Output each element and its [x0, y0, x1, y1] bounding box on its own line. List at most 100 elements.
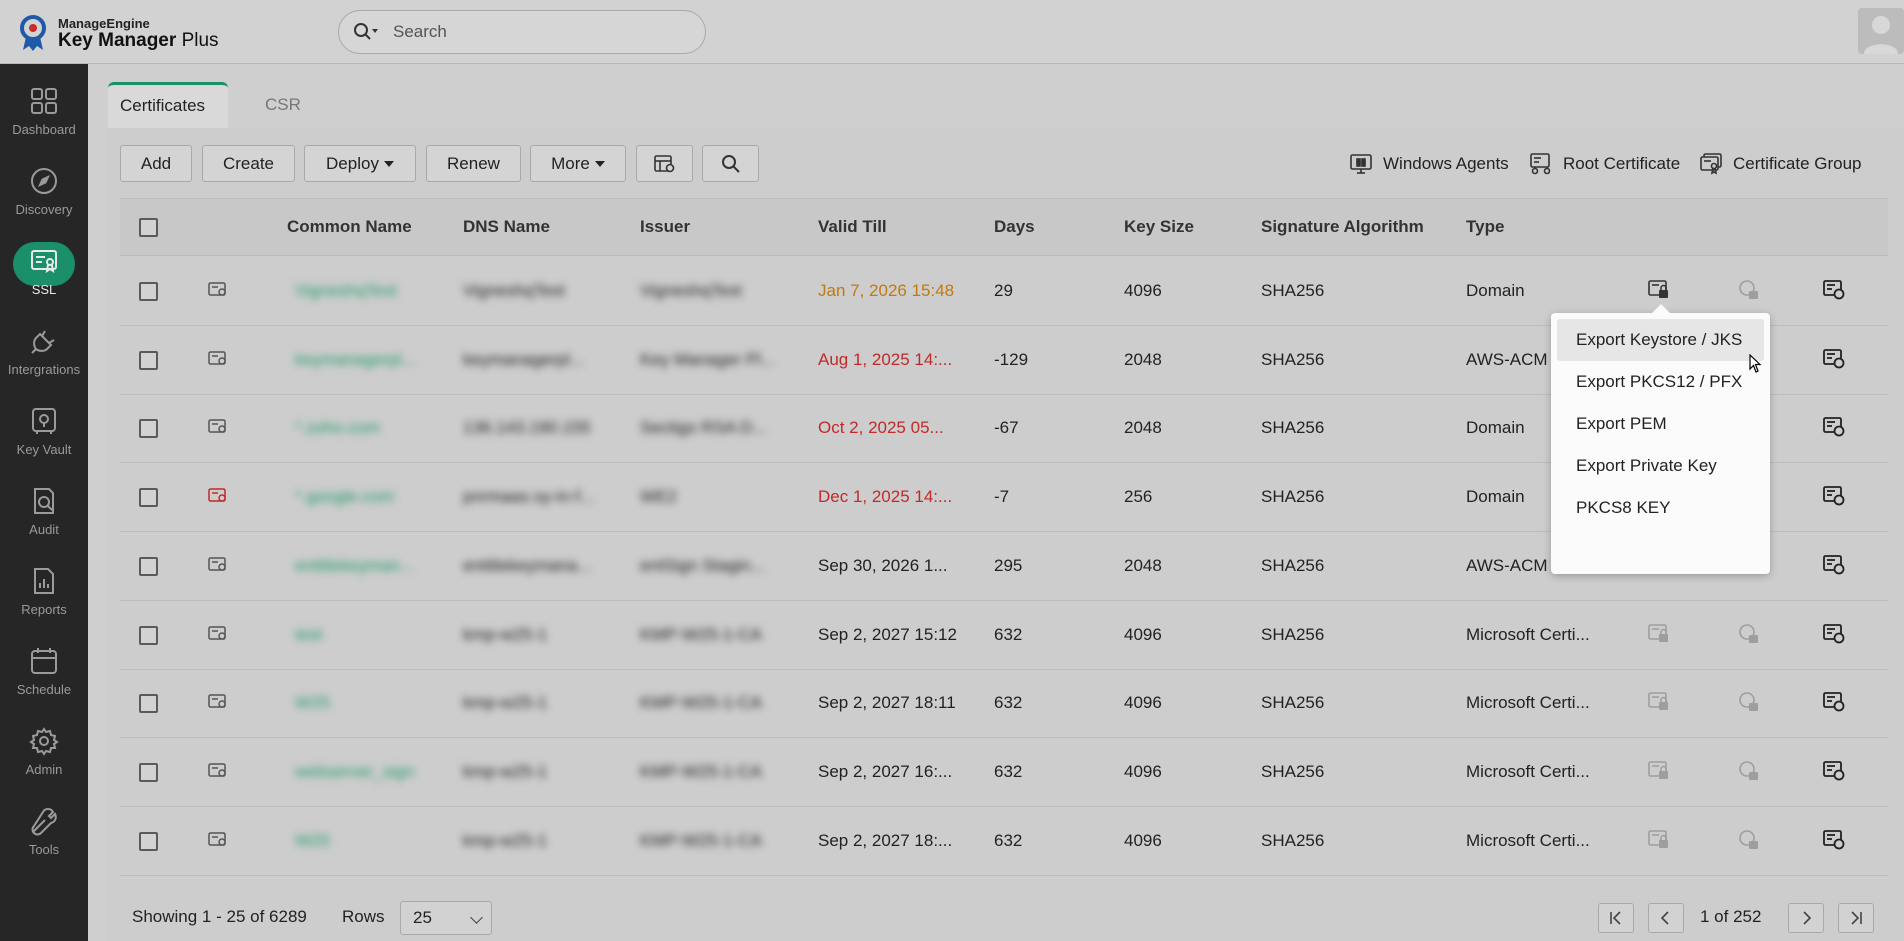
root-certificate-link[interactable]: Root Certificate [1529, 152, 1680, 176]
next-page-button[interactable] [1788, 903, 1824, 933]
column-header-common-name[interactable]: Common Name [287, 217, 412, 237]
common-name-cell[interactable]: test [295, 625, 322, 645]
common-name-cell[interactable]: *.google.com [295, 487, 394, 507]
renew-action[interactable] [1822, 691, 1846, 718]
export-action[interactable] [1647, 829, 1671, 856]
row-checkbox[interactable] [139, 557, 158, 576]
renew-action[interactable] [1822, 279, 1846, 306]
sidebar-item-integrations[interactable]: Intergrations [0, 312, 88, 392]
windows-agents-link[interactable]: Windows Agents [1349, 152, 1509, 176]
common-name-cell[interactable]: webserver_sign [295, 762, 414, 782]
export-pem-option[interactable]: Export PEM [1557, 403, 1764, 445]
previous-page-button[interactable] [1648, 903, 1684, 933]
export-dropdown-menu: Export Keystore / JKS Export PKCS12 / PF… [1551, 304, 1770, 574]
common-name-cell[interactable]: W25 [295, 693, 330, 713]
sidebar-item-key-vault[interactable]: Key Vault [0, 392, 88, 472]
certificate-group-link[interactable]: Certificate Group [1699, 152, 1862, 176]
tab-certificates[interactable]: Certificates [108, 82, 228, 128]
column-header-key-size[interactable]: Key Size [1124, 217, 1194, 237]
product-name: Key Manager [58, 29, 177, 51]
row-checkbox[interactable] [139, 694, 158, 713]
column-header-days[interactable]: Days [994, 217, 1035, 237]
export-keystore-jks-option[interactable]: Export Keystore / JKS [1557, 319, 1764, 361]
row-checkbox[interactable] [139, 282, 158, 301]
sidebar-item-schedule[interactable]: Schedule [0, 632, 88, 712]
column-header-dns-name[interactable]: DNS Name [463, 217, 550, 237]
pkcs8-key-option[interactable]: PKCS8 KEY [1557, 487, 1764, 529]
common-name-cell[interactable]: VigneshqTest [295, 281, 397, 301]
column-header-valid-till[interactable]: Valid Till [818, 217, 887, 237]
create-button[interactable]: Create [202, 145, 295, 182]
row-checkbox[interactable] [139, 488, 158, 507]
export-private-key-option[interactable]: Export Private Key [1557, 445, 1764, 487]
search-input[interactable] [393, 22, 673, 42]
sidebar-item-discovery[interactable]: Discovery [0, 152, 88, 232]
column-header-signature-algorithm[interactable]: Signature Algorithm [1261, 217, 1424, 237]
renew-action[interactable] [1822, 554, 1846, 581]
column-settings-button[interactable] [636, 145, 693, 182]
row-checkbox[interactable] [139, 832, 158, 851]
private-key-action[interactable] [1737, 279, 1761, 306]
private-key-action[interactable] [1737, 829, 1761, 856]
table-row[interactable]: test kmp-w25-1 KMP-W25-1-CA Sep 2, 2027 15:… [120, 601, 1888, 670]
sidebar-item-audit[interactable]: Audit [0, 472, 88, 552]
valid-till-cell: Dec 1, 2025 14:... [818, 487, 953, 506]
export-action[interactable] [1647, 279, 1671, 306]
type-cell: Microsoft Certi... [1466, 762, 1590, 781]
app-logo[interactable]: ManageEngine Key Manager Plus [18, 14, 219, 52]
first-page-icon [1610, 911, 1621, 925]
sidebar-item-admin[interactable]: Admin [0, 712, 88, 792]
table-row[interactable]: webserver_sign kmp-w25-1 KMP-W25-1-CA Sep 2… [120, 738, 1888, 807]
export-action[interactable] [1647, 691, 1671, 718]
export-action[interactable] [1647, 760, 1671, 787]
renew-certificate-icon [1823, 349, 1845, 369]
sidebar-item-dashboard[interactable]: Dashboard [0, 72, 88, 152]
common-name-cell[interactable]: entitlekeyman... [295, 556, 414, 576]
renew-button[interactable]: Renew [426, 145, 521, 182]
sidebar-item-reports[interactable]: Reports [0, 552, 88, 632]
row-checkbox[interactable] [139, 626, 158, 645]
private-key-action[interactable] [1737, 760, 1761, 787]
row-checkbox[interactable] [139, 763, 158, 782]
private-key-action[interactable] [1737, 691, 1761, 718]
rows-per-page-select[interactable]: 25 [400, 901, 492, 935]
days-cell: 29 [994, 281, 1013, 300]
brand-name: ManageEngine [58, 15, 150, 31]
key-size-cell: 4096 [1124, 762, 1162, 781]
caret-down-icon [594, 160, 605, 167]
common-name-cell[interactable]: W25 [295, 831, 330, 851]
common-name-cell[interactable]: keymanagerpl... [295, 350, 416, 370]
common-name-cell[interactable]: *.zoho.com [295, 418, 380, 438]
first-page-button[interactable] [1598, 903, 1634, 933]
add-button[interactable]: Add [120, 145, 192, 182]
table-row[interactable]: W25 kmp-w25-1 KMP-W25-1-CA Sep 2, 2027 18:.… [120, 807, 1888, 876]
deploy-button[interactable]: Deploy [304, 145, 416, 182]
global-search[interactable] [338, 10, 706, 54]
select-all-checkbox[interactable] [139, 218, 158, 237]
export-certificate-icon [1648, 830, 1668, 848]
sidebar-item-tools[interactable]: Tools [0, 792, 88, 872]
more-button[interactable]: More [530, 145, 626, 182]
signature-algorithm-cell: SHA256 [1261, 693, 1325, 712]
renew-action[interactable] [1822, 760, 1846, 787]
renew-action[interactable] [1822, 829, 1846, 856]
table-search-button[interactable] [702, 145, 759, 182]
sidebar-item-ssl[interactable]: SSL [0, 232, 88, 312]
column-header-type[interactable]: Type [1466, 217, 1504, 237]
export-action[interactable] [1647, 623, 1671, 650]
export-pkcs12-pfx-option[interactable]: Export PKCS12 / PFX [1557, 361, 1764, 403]
tab-csr[interactable]: CSR [253, 82, 313, 128]
renew-action[interactable] [1822, 485, 1846, 512]
column-header-issuer[interactable]: Issuer [640, 217, 690, 237]
last-page-button[interactable] [1838, 903, 1874, 933]
row-checkbox[interactable] [139, 419, 158, 438]
renew-action[interactable] [1822, 623, 1846, 650]
table-row[interactable]: W25 kmp-w25-1 KMP-W25-1-CA Sep 2, 2027 18:1… [120, 669, 1888, 738]
renew-action[interactable] [1822, 416, 1846, 443]
row-checkbox[interactable] [139, 351, 158, 370]
private-key-action[interactable] [1737, 623, 1761, 650]
user-icon [1864, 16, 1898, 54]
user-avatar[interactable] [1858, 8, 1904, 54]
export-certificate-icon [1648, 692, 1668, 710]
renew-action[interactable] [1822, 348, 1846, 375]
